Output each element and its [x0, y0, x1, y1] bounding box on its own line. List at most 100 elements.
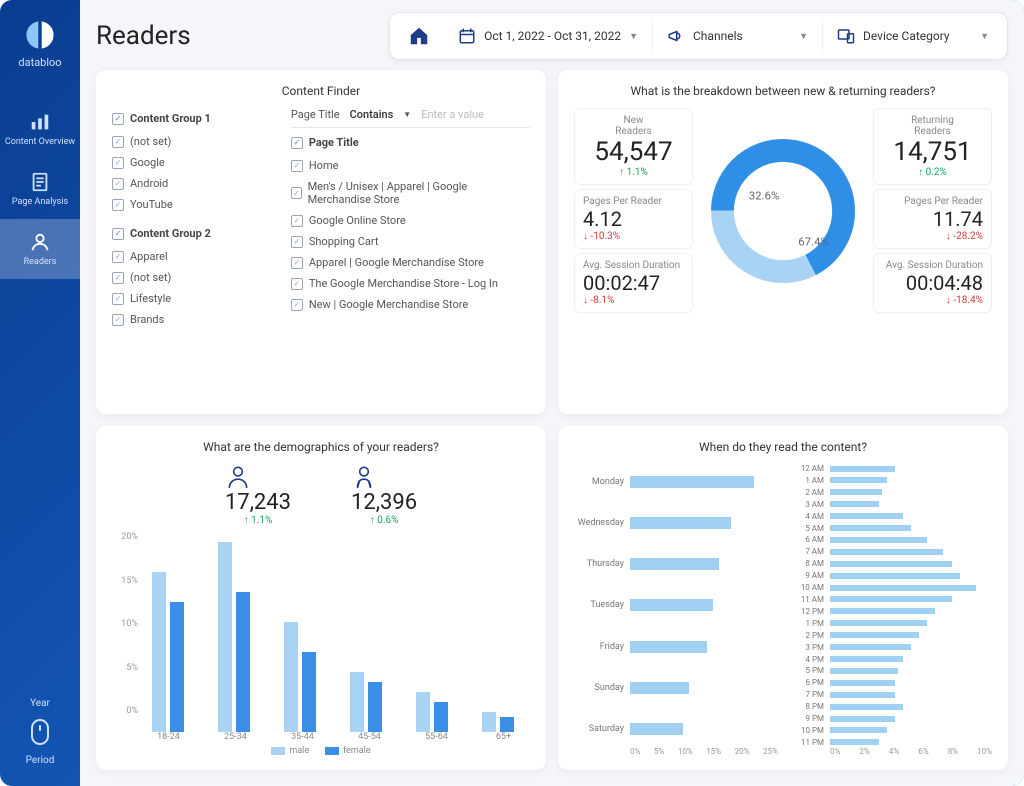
hbar-row: Thursday: [574, 557, 778, 571]
period-toggle[interactable]: Year Period: [26, 698, 55, 786]
checklist-item[interactable]: ✓Apparel: [112, 246, 271, 267]
nav-page-analysis[interactable]: Page Analysis: [0, 159, 80, 219]
checklist-item[interactable]: ✓Google Online Store: [291, 210, 530, 231]
hbar-row: 2 AM: [788, 488, 992, 497]
checklist-item[interactable]: ✓(not set): [112, 131, 271, 152]
svg-text:32.6%: 32.6%: [749, 188, 780, 202]
device-label: Device Category: [863, 29, 950, 43]
filter-operator[interactable]: Contains: [350, 108, 394, 121]
bar-group: [472, 532, 524, 732]
content-group-2-heading[interactable]: ✓Content Group 2: [112, 227, 271, 240]
new-ppr-delta: ↓ -10.3%: [583, 231, 684, 242]
card-title: Content Finder: [112, 84, 530, 98]
date-range-selector[interactable]: Oct 1, 2022 - Oct 31, 2022 ▼: [444, 19, 653, 53]
card-title: When do they read the content?: [574, 440, 992, 454]
nav-label: Page Analysis: [12, 197, 68, 207]
demographics-card: What are the demographics of your reader…: [96, 426, 546, 770]
male-icon: [225, 464, 251, 490]
chevron-down-icon: ▼: [799, 31, 808, 42]
ret-ppr-delta: ↓ -28.2%: [882, 231, 983, 242]
checkmark-icon: ✓: [112, 136, 124, 148]
hourly-chart: 12 AM1 AM2 AM3 AM4 AM5 AM6 AM7 AM8 AM9 A…: [788, 464, 992, 756]
page-title-filter[interactable]: Page Title Contains ▼ Enter a value: [291, 108, 530, 128]
page-title-heading[interactable]: ✓Page Title: [291, 136, 530, 149]
checkmark-icon: ✓: [112, 178, 124, 190]
stat-label: Avg. Session Duration: [583, 260, 684, 271]
hbar-row: 2 PM: [788, 631, 992, 640]
checklist-item[interactable]: ✓Home: [291, 155, 530, 176]
hbar-row: 9 PM: [788, 714, 992, 723]
hbar-row: 12 AM: [788, 464, 992, 473]
checklist-item[interactable]: ✓Google: [112, 152, 271, 173]
checklist-item[interactable]: ✓YouTube: [112, 194, 271, 215]
toggle-year-label: Year: [30, 698, 50, 709]
returning-readers-value: 14,751: [882, 137, 983, 167]
device-selector[interactable]: Device Category ▼: [823, 19, 1003, 53]
hbar-row: Wednesday: [574, 516, 778, 530]
card-title: What is the breakdown between new & retu…: [574, 84, 992, 98]
checkmark-icon: ✓: [112, 113, 124, 125]
checkmark-icon: ✓: [291, 257, 303, 269]
brand-logo: databloo: [18, 18, 61, 69]
checklist-item[interactable]: ✓Apparel | Google Merchandise Store: [291, 252, 530, 273]
home-icon: [408, 25, 430, 47]
checkmark-icon: ✓: [291, 278, 303, 290]
content-group-1-heading[interactable]: ✓Content Group 1: [112, 112, 271, 125]
hbar-row: 3 PM: [788, 643, 992, 652]
stat-label: New Readers: [583, 115, 684, 137]
checklist-item[interactable]: ✓Men's / Unisex | Apparel | Google Merch…: [291, 176, 530, 210]
hbar-row: 8 AM: [788, 559, 992, 568]
logo-icon: [23, 18, 57, 52]
ret-asd-value: 00:04:48: [882, 271, 983, 295]
nav-label: Content Overview: [5, 137, 75, 147]
hbar-row: 5 AM: [788, 524, 992, 533]
checklist-item[interactable]: ✓New | Google Merchandise Store: [291, 294, 530, 315]
checklist-item[interactable]: ✓Brands: [112, 309, 271, 330]
stat-label: Avg. Session Duration: [882, 260, 983, 271]
checklist-item[interactable]: ✓(not set): [112, 267, 271, 288]
checkmark-icon: ✓: [291, 160, 303, 172]
hbar-row: 1 AM: [788, 476, 992, 485]
hbar-row: Sunday: [574, 681, 778, 695]
male-readers-stat: 17,243 ↑ 1.1%: [225, 464, 291, 526]
hbar-row: 8 PM: [788, 702, 992, 711]
male-delta: ↑ 1.1%: [225, 515, 291, 526]
female-count: 12,396: [351, 490, 417, 515]
date-range-label: Oct 1, 2022 - Oct 31, 2022: [484, 29, 621, 43]
male-count: 17,243: [225, 490, 291, 515]
new-ppr-block: Pages Per Reader 4.12 ↓ -10.3%: [574, 189, 693, 249]
sidebar: databloo Content Overview Page Analysis …: [0, 0, 80, 786]
nav-readers[interactable]: Readers: [0, 219, 80, 279]
hbar-row: 12 PM: [788, 607, 992, 616]
ret-ppr-value: 11.74: [882, 207, 983, 231]
checklist-item[interactable]: ✓Lifestyle: [112, 288, 271, 309]
new-asd-block: Avg. Session Duration 00:02:47 ↓ -8.1%: [574, 253, 693, 313]
page-title: Readers: [96, 21, 191, 51]
checkmark-icon: ✓: [291, 299, 303, 311]
filter-value-input[interactable]: Enter a value: [421, 108, 530, 121]
content-finder-card: Content Finder ✓Content Group 1 ✓(not se…: [96, 70, 546, 414]
hbar-row: 11 AM: [788, 595, 992, 604]
checkmark-icon: ✓: [112, 199, 124, 211]
checklist-item[interactable]: ✓Shopping Cart: [291, 231, 530, 252]
filter-bar: Oct 1, 2022 - Oct 31, 2022 ▼ Channels ▼ …: [389, 12, 1008, 60]
ret-asd-delta: ↓ -18.4%: [882, 295, 983, 306]
hbar-row: 3 AM: [788, 500, 992, 509]
new-readers-value: 54,547: [583, 137, 684, 167]
channels-selector[interactable]: Channels ▼: [653, 19, 823, 53]
channels-label: Channels: [693, 29, 743, 43]
checklist-item[interactable]: ✓Android: [112, 173, 271, 194]
header: Readers Oct 1, 2022 - Oct 31, 2022 ▼ Cha…: [96, 12, 1008, 60]
hbar-row: 6 PM: [788, 678, 992, 687]
new-readers-block: New Readers 54,547 ↑ 1.1%: [574, 108, 693, 185]
nav-content-overview[interactable]: Content Overview: [0, 99, 80, 159]
hbar-row: 4 AM: [788, 512, 992, 521]
home-button[interactable]: [394, 17, 444, 55]
legend-male: male: [271, 746, 309, 756]
checkmark-icon: ✓: [112, 293, 124, 305]
megaphone-icon: [667, 27, 685, 45]
hbar-row: 4 PM: [788, 655, 992, 664]
checklist-item[interactable]: ✓The Google Merchandise Store - Log In: [291, 273, 530, 294]
hbar-row: 7 AM: [788, 547, 992, 556]
new-readers-delta: ↑ 1.1%: [583, 167, 684, 178]
